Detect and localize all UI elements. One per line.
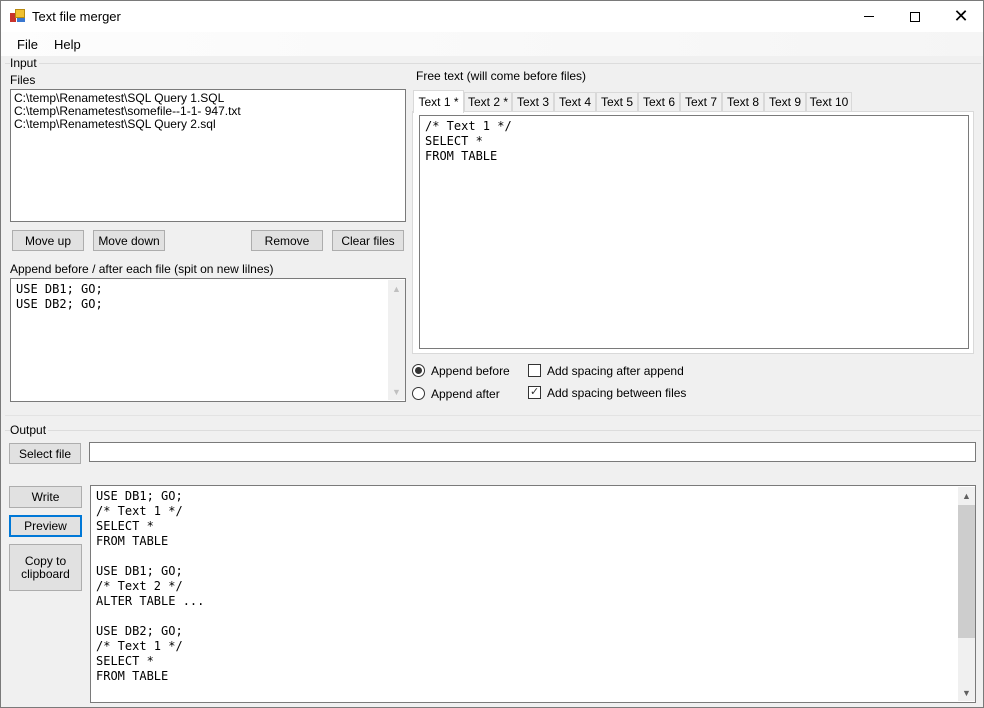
menu-file[interactable]: File (17, 37, 38, 52)
preview-line (96, 549, 204, 564)
input-group-label: Input (10, 56, 39, 70)
preview-line: FROM TABLE (96, 669, 169, 683)
scroll-thumb[interactable] (958, 505, 975, 638)
preview-line: /* Text 1 */ (96, 639, 183, 653)
preview-line: /* Text 2 */ (96, 579, 183, 593)
move-up-button[interactable]: Move up (12, 230, 84, 251)
spacing-between-files-checkbox[interactable]: ✓ (528, 386, 541, 399)
section-divider (5, 415, 981, 416)
spacing-after-append-checkbox[interactable] (528, 364, 541, 377)
close-button[interactable]: ✕ (938, 1, 984, 32)
minimize-button[interactable] (846, 1, 892, 32)
output-group-border (5, 430, 981, 431)
preview-line (96, 609, 204, 624)
file-list-item[interactable]: C:\temp\Renametest\SQL Query 2.sql (14, 118, 402, 131)
menu-bar: File Help (1, 32, 983, 56)
preview-line: FROM TABLE (96, 534, 169, 548)
append-before-label[interactable]: Append before (431, 364, 510, 378)
free-text-line: SELECT * (425, 134, 483, 148)
remove-button[interactable]: Remove (251, 230, 323, 251)
preview-line: SELECT * (96, 519, 154, 533)
tab-text-6[interactable]: Text 6 (638, 92, 680, 111)
menu-help[interactable]: Help (54, 37, 81, 52)
move-down-button[interactable]: Move down (93, 230, 165, 251)
tab-text-2[interactable]: Text 2 * (464, 92, 512, 111)
output-preview-textarea[interactable]: USE DB1; GO;/* Text 1 */SELECT * FROM TAB… (90, 485, 976, 703)
free-text-tab-page: /* Text 1 */ SELECT * FROM TABLE (412, 111, 974, 354)
append-line: USE DB1; GO; (16, 282, 103, 296)
tab-text-8[interactable]: Text 8 (722, 92, 764, 111)
append-textarea[interactable]: USE DB1; GO; USE DB2; GO; ▲ ▼ (10, 278, 406, 402)
maximize-icon (910, 11, 920, 22)
free-text-editor[interactable]: /* Text 1 */ SELECT * FROM TABLE (419, 115, 969, 349)
maximize-button[interactable] (892, 1, 938, 32)
tab-text-9[interactable]: Text 9 (764, 92, 806, 111)
copy-button-line1: Copy to (24, 553, 67, 568)
append-after-label[interactable]: Append after (431, 387, 500, 401)
append-label: Append before / after each file (spit on… (10, 262, 274, 276)
app-icon (10, 9, 26, 23)
main-window: Text file merger ✕ File Help Input Files… (0, 0, 984, 708)
free-text-line: /* Text 1 */ (425, 119, 512, 133)
scroll-down-icon[interactable]: ▼ (958, 684, 975, 701)
append-line: USE DB2; GO; (16, 297, 103, 311)
tab-text-1[interactable]: Text 1 * (413, 90, 464, 113)
preview-content: USE DB1; GO;/* Text 1 */SELECT * FROM TAB… (96, 489, 204, 684)
free-text-label: Free text (will come before files) (416, 69, 587, 83)
preview-line: /* Text 1 */ (96, 504, 183, 518)
preview-line: USE DB1; GO; (96, 489, 183, 503)
append-after-radio[interactable] (412, 387, 425, 400)
close-icon: ✕ (953, 6, 969, 27)
window-title: Text file merger (32, 9, 121, 24)
spacing-after-append-label[interactable]: Add spacing after append (547, 364, 684, 378)
scroll-down-icon[interactable]: ▼ (388, 383, 405, 400)
output-group-label: Output (10, 423, 49, 437)
scroll-up-icon[interactable]: ▲ (388, 280, 405, 297)
files-list[interactable]: C:\temp\Renametest\SQL Query 1.SQL C:\te… (10, 89, 406, 222)
checkmark-icon: ✓ (530, 386, 540, 398)
tab-text-5[interactable]: Text 5 (596, 92, 638, 111)
tab-text-4[interactable]: Text 4 (554, 92, 596, 111)
select-file-button[interactable]: Select file (9, 443, 81, 464)
copy-button-line2: clipboard (21, 566, 70, 581)
preview-line: ALTER TABLE ... (96, 594, 205, 608)
append-before-radio[interactable] (412, 364, 425, 377)
scroll-up-icon[interactable]: ▲ (958, 487, 975, 504)
preview-line: USE DB1; GO; (96, 564, 183, 578)
title-bar[interactable]: Text file merger ✕ (1, 1, 983, 32)
tab-text-10[interactable]: Text 10 (806, 92, 852, 111)
preview-line: SELECT * (96, 654, 154, 668)
preview-line: USE DB2; GO; (96, 624, 183, 638)
write-button[interactable]: Write (9, 486, 82, 508)
output-file-path-input[interactable] (89, 442, 976, 462)
append-scrollbar[interactable]: ▲ ▼ (388, 280, 405, 400)
tab-text-7[interactable]: Text 7 (680, 92, 722, 111)
copy-to-clipboard-button[interactable]: Copy to clipboard (9, 544, 82, 591)
files-label: Files (10, 73, 36, 87)
free-text-line: FROM TABLE (425, 149, 498, 163)
tab-text-3[interactable]: Text 3 (512, 92, 554, 111)
preview-scrollbar[interactable]: ▲ ▼ (958, 487, 975, 701)
spacing-between-files-label[interactable]: Add spacing between files (547, 386, 686, 400)
minimize-icon (864, 16, 874, 17)
preview-button[interactable]: Preview (9, 515, 82, 537)
clear-files-button[interactable]: Clear files (332, 230, 404, 251)
input-group-border (5, 63, 981, 64)
